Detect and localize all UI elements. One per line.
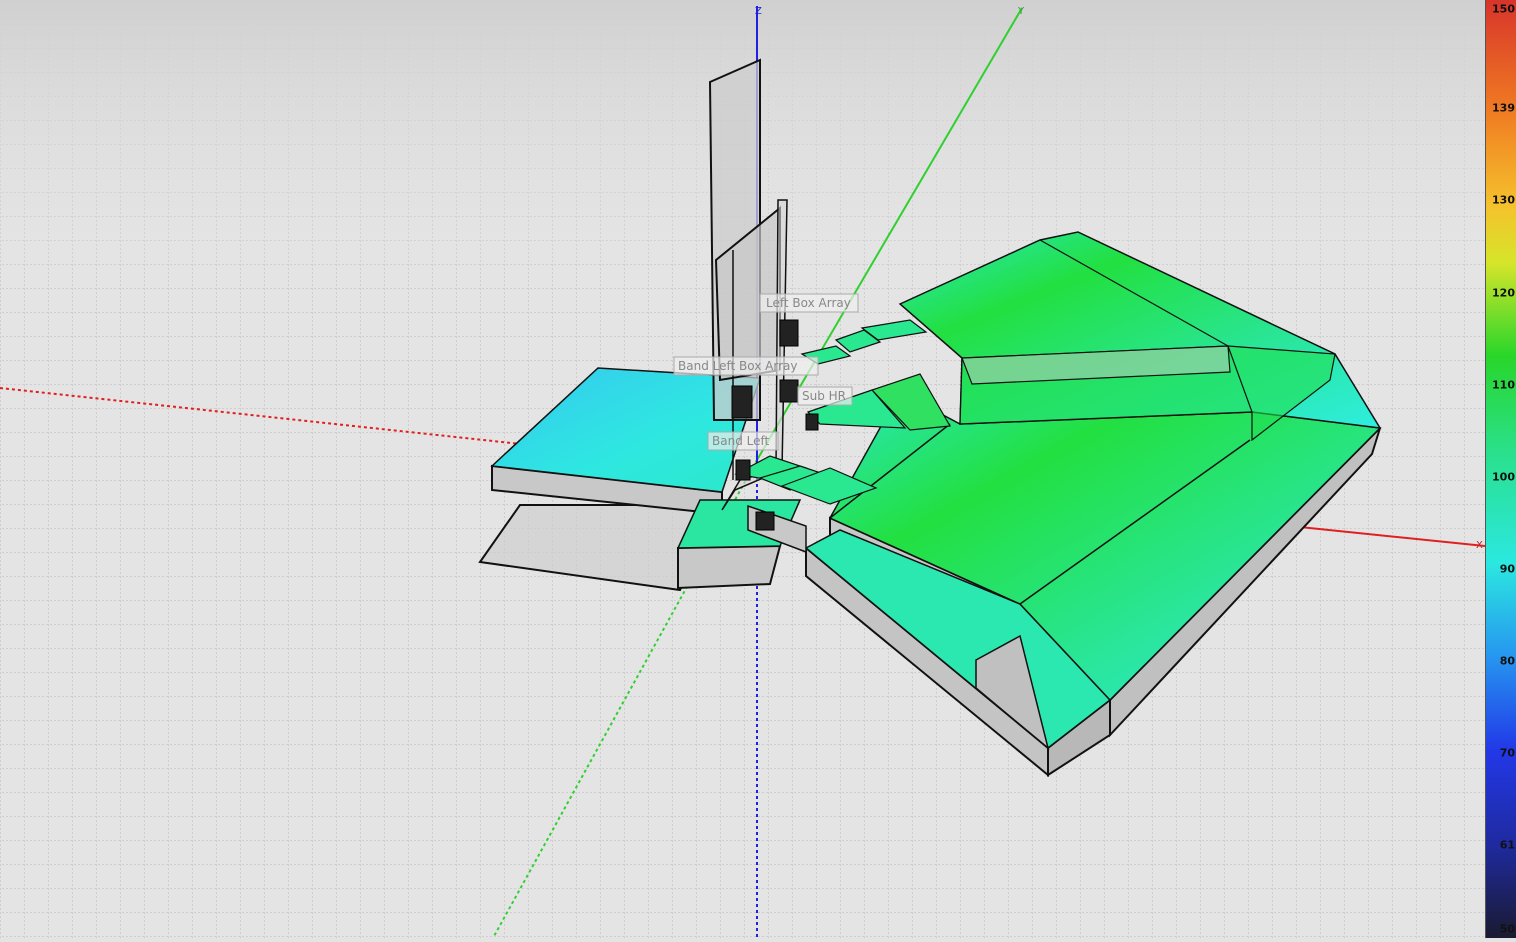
color-scale-tick: 70 [1499,746,1515,760]
color-scale-tick: 110 [1492,378,1515,392]
color-scale-legend: 150 139 130 120 110 100 90 80 70 61 50 [1485,0,1516,938]
label-sub-hr: Sub HR [802,389,846,403]
z-axis-label: Z [755,6,762,17]
label-band-left: Band Left [712,434,769,448]
label-band-left-box-array: Band Left Box Array [678,359,797,373]
color-scale-tick: 130 [1492,193,1515,207]
color-scale-tick: 139 [1492,101,1515,115]
color-scale-tick: 50 [1499,922,1515,936]
color-scale-tick: 61 [1499,838,1515,852]
color-scale-tick: 120 [1492,286,1515,300]
3d-viewport[interactable]: Left Box Array Band Left Box Array Sub H… [0,0,1486,939]
y-axis-label: Y [1017,6,1025,17]
x-axis-label: X [1476,540,1483,551]
color-scale-tick: 80 [1499,654,1515,668]
color-scale-tick: 150 [1492,2,1515,16]
label-box-array: Left Box Array [766,296,851,310]
color-scale-tick: 90 [1499,562,1515,576]
color-scale-tick: 100 [1492,470,1515,484]
